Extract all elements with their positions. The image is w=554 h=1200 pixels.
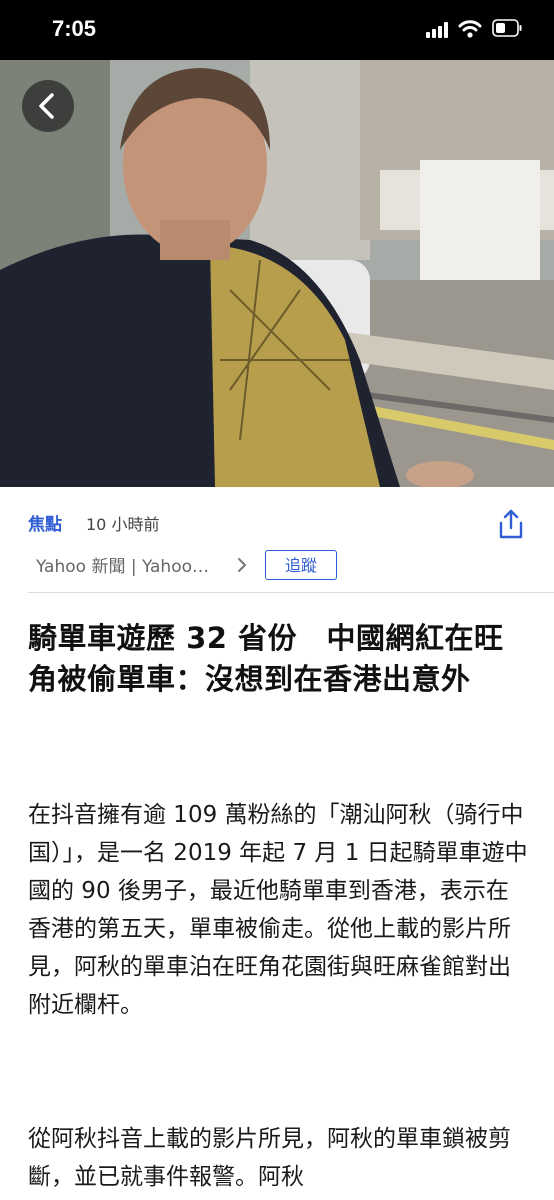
follow-button[interactable]: 追蹤 [265,550,337,580]
category-tag[interactable]: 焦點 [28,510,62,535]
status-bar: 7:05 [0,0,554,60]
article-headline: 騎單車遊歷 32 省份 中國網紅在旺角被偷單車：沒想到在香港出意外 [28,621,504,696]
status-time: 7:05 [52,16,97,41]
publisher-row: Yahoo 新聞 | Yahoo… 追蹤 [36,550,456,582]
wifi-icon [458,20,482,38]
article-paragraph: 從阿秋抖音上載的影片所見，阿秋的單車鎖被剪斷，並已就事件報警。阿秋 [28,1126,511,1190]
article-hero-image [0,60,554,487]
article-meta: 焦點 10 小時前 [28,510,528,536]
article-paragraph: 在抖音擁有逾 109 萬粉絲的「潮汕阿秋（骑行中国）」，是一名 2019 年起 … [28,802,528,1018]
share-icon[interactable] [496,508,526,540]
chevron-left-icon [39,93,54,119]
hero-photo [0,60,554,487]
published-time: 10 小時前 [86,515,160,534]
chevron-right-icon[interactable] [236,556,248,574]
cellular-signal-icon [426,22,452,38]
publisher-link[interactable]: Yahoo 新聞 | Yahoo… [36,552,230,577]
back-button[interactable] [22,80,74,132]
battery-icon [492,19,522,37]
divider [28,592,554,593]
